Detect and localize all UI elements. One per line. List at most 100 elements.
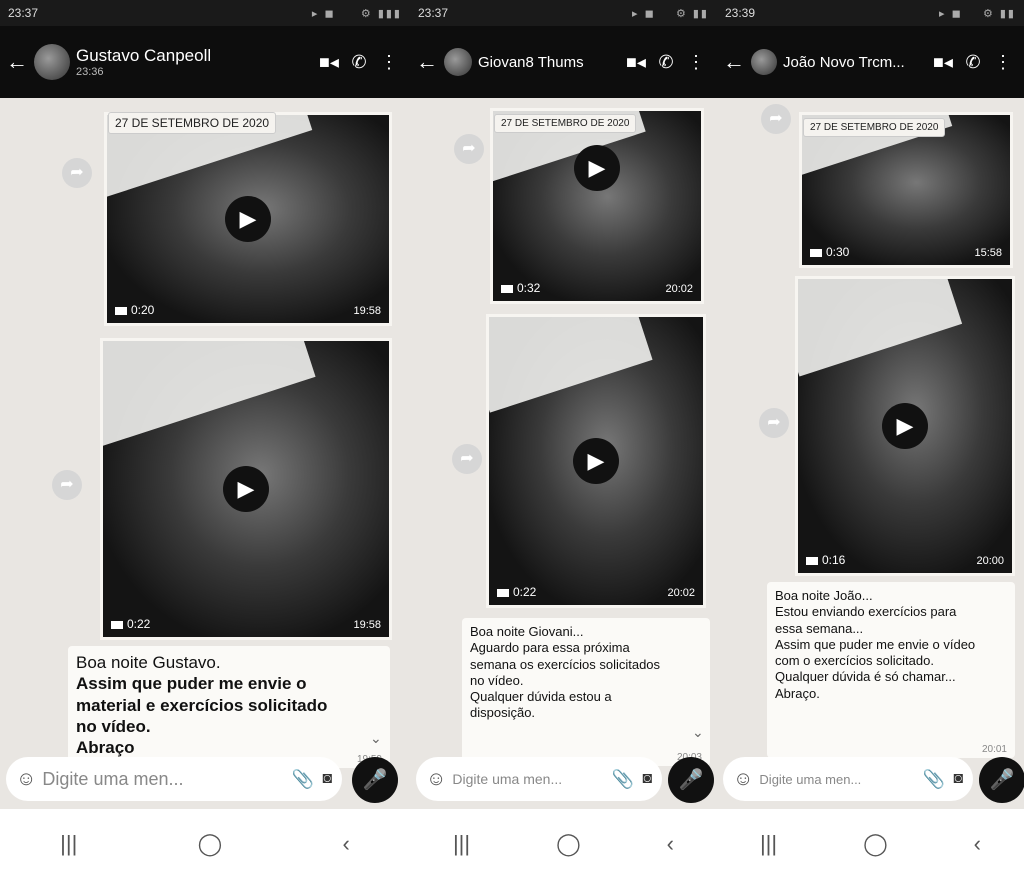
status-bar: 23:39 ▸ ◼ ⚙ ▮▮ (717, 0, 1024, 26)
play-icon[interactable]: ▶ (573, 438, 619, 484)
video-call-icon[interactable]: ■◂ (928, 52, 958, 73)
composer: ☺ Digite uma men... 📎 ◙ 🎤 (717, 749, 1024, 809)
mic-button[interactable]: 🎤 (979, 757, 1024, 803)
scroll-down-icon[interactable]: ⌄ (370, 730, 382, 747)
video-message[interactable]: ▶ 0:22 20:02 (486, 314, 706, 608)
contact-info[interactable]: Gustavo Canpeoll 23:36 (76, 46, 314, 78)
play-icon[interactable]: ▶ (225, 196, 271, 242)
contact-info[interactable]: Giovan8 Thums (478, 54, 621, 71)
forward-icon[interactable]: ➦ (761, 104, 791, 134)
message-line: Aguardo para essa próxima (470, 640, 630, 656)
voice-call-icon[interactable]: ✆ (958, 52, 988, 73)
video-duration: 0:22 (111, 617, 150, 631)
mic-button[interactable]: 🎤 (352, 757, 398, 803)
message-input[interactable]: ☺ Digite uma men... 📎 ◙ (723, 757, 973, 801)
play-icon[interactable]: ▶ (574, 145, 620, 191)
message-input[interactable]: ☺ Digite uma men... 📎 ◙ (6, 757, 342, 801)
emoji-icon[interactable]: ☺ (426, 768, 446, 791)
status-bar: 23:37 ▸ ◼ ⚙ ▮▮ (410, 0, 717, 26)
system-nav-bar: ||| ◯ ‹ (0, 809, 410, 879)
nav-home-icon[interactable]: ◯ (198, 831, 223, 857)
status-time: 23:37 (8, 6, 39, 20)
avatar[interactable] (34, 44, 70, 80)
contact-name: João Novo Trcm... (783, 53, 905, 71)
message-line: Boa noite João... (775, 588, 873, 603)
chat-area: ▶ 0:32 20:02 27 DE SETEMBRO DE 2020 ➦ ▶ … (410, 98, 717, 809)
video-duration: 0:32 (501, 281, 540, 295)
camera-icon[interactable]: ◙ (322, 770, 332, 788)
message-line: disposição. (470, 705, 536, 721)
video-message[interactable]: ▶ 0:20 19:58 (104, 112, 392, 326)
message-line: com o exercícios solicitado. (775, 653, 934, 668)
date-chip: 27 DE SETEMBRO DE 2020 (108, 112, 277, 134)
message-line: Boa noite Giovani... (470, 624, 584, 639)
menu-icon[interactable]: ⋮ (681, 52, 711, 73)
camera-icon[interactable]: ◙ (953, 770, 963, 788)
nav-recent-icon[interactable]: ||| (60, 831, 77, 857)
menu-icon[interactable]: ⋮ (988, 52, 1018, 73)
voice-call-icon[interactable]: ✆ (344, 52, 374, 73)
video-time: 15:58 (974, 247, 1002, 259)
message-line: Assim que puder me envie o (76, 674, 307, 694)
camera-icon[interactable]: ◙ (642, 770, 652, 788)
nav-back-icon[interactable]: ‹ (343, 831, 350, 857)
text-message: Boa noite João... Estou enviando exercíc… (767, 582, 1015, 758)
avatar[interactable] (444, 48, 472, 76)
composer: ☺ Digite uma men... 📎 ◙ 🎤 (410, 749, 717, 809)
mic-button[interactable]: 🎤 (668, 757, 714, 803)
back-arrow-icon[interactable]: ← (6, 49, 28, 75)
message-line: no vídeo. (76, 716, 151, 736)
video-duration: 0:20 (115, 303, 154, 317)
video-time: 20:02 (665, 283, 693, 295)
forward-icon[interactable]: ➦ (452, 444, 482, 474)
nav-recent-icon[interactable]: ||| (760, 831, 777, 857)
video-message[interactable]: ▶ 0:32 20:02 (490, 108, 704, 304)
message-line: essa semana... (775, 620, 864, 636)
avatar[interactable] (751, 49, 777, 75)
status-icons: ▸ ◼ ⚙ ▮▮ (939, 7, 1016, 20)
date-chip: 27 DE SETEMBRO DE 2020 (494, 114, 637, 133)
forward-icon[interactable]: ➦ (62, 158, 92, 188)
emoji-icon[interactable]: ☺ (16, 768, 36, 791)
forward-icon[interactable]: ➦ (759, 408, 789, 438)
back-arrow-icon[interactable]: ← (416, 49, 438, 75)
play-icon[interactable]: ▶ (223, 466, 269, 512)
voice-call-icon[interactable]: ✆ (651, 52, 681, 73)
attach-icon[interactable]: 📎 (292, 769, 314, 790)
video-duration: 0:30 (810, 245, 849, 259)
video-call-icon[interactable]: ■◂ (621, 52, 651, 73)
input-placeholder: Digite uma men... (759, 771, 862, 787)
back-arrow-icon[interactable]: ← (723, 49, 745, 75)
chat-panel-2: 23:37 ▸ ◼ ⚙ ▮▮ ← Giovan8 Thums ■◂ ✆ ⋮ ▶ … (410, 0, 717, 879)
nav-back-icon[interactable]: ‹ (667, 831, 674, 857)
emoji-icon[interactable]: ☺ (733, 768, 753, 791)
message-input[interactable]: ☺ Digite uma men... 📎 ◙ (416, 757, 662, 801)
menu-icon[interactable]: ⋮ (374, 52, 404, 73)
video-message[interactable]: ▶ 0:16 20:00 (795, 276, 1015, 576)
status-icons: ▸ ◼ ⚙ ▮▮ (632, 7, 709, 20)
nav-back-icon[interactable]: ‹ (974, 831, 981, 857)
play-icon[interactable]: ▶ (882, 403, 928, 449)
composer: ☺ Digite uma men... 📎 ◙ 🎤 (0, 749, 410, 809)
video-message[interactable]: ▶ 0:22 19:58 (100, 338, 392, 640)
attach-icon[interactable]: 📎 (923, 769, 945, 790)
nav-home-icon[interactable]: ◯ (863, 831, 888, 857)
contact-info[interactable]: João Novo Trcm... (783, 54, 928, 71)
forward-icon[interactable]: ➦ (52, 470, 82, 500)
forward-icon[interactable]: ➦ (454, 134, 484, 164)
video-time: 19:58 (353, 305, 381, 317)
message-line: Boa noite Gustavo. (76, 653, 221, 672)
video-time: 20:02 (667, 587, 695, 599)
system-nav-bar: ||| ◯ ‹ (410, 809, 717, 879)
video-call-icon[interactable]: ■◂ (314, 52, 344, 73)
input-placeholder: Digite uma men... (452, 771, 563, 787)
nav-home-icon[interactable]: ◯ (556, 831, 581, 857)
contact-name: Gustavo Canpeoll (76, 46, 212, 65)
message-line: Estou enviando exercícios para (775, 604, 957, 620)
status-time: 23:39 (725, 6, 756, 20)
attach-icon[interactable]: 📎 (612, 769, 634, 790)
nav-recent-icon[interactable]: ||| (453, 831, 470, 857)
scroll-down-icon[interactable]: ⌄ (692, 724, 704, 741)
message-line: no vídeo. (470, 672, 524, 688)
message-line: Qualquer dúvida estou a (470, 689, 612, 704)
